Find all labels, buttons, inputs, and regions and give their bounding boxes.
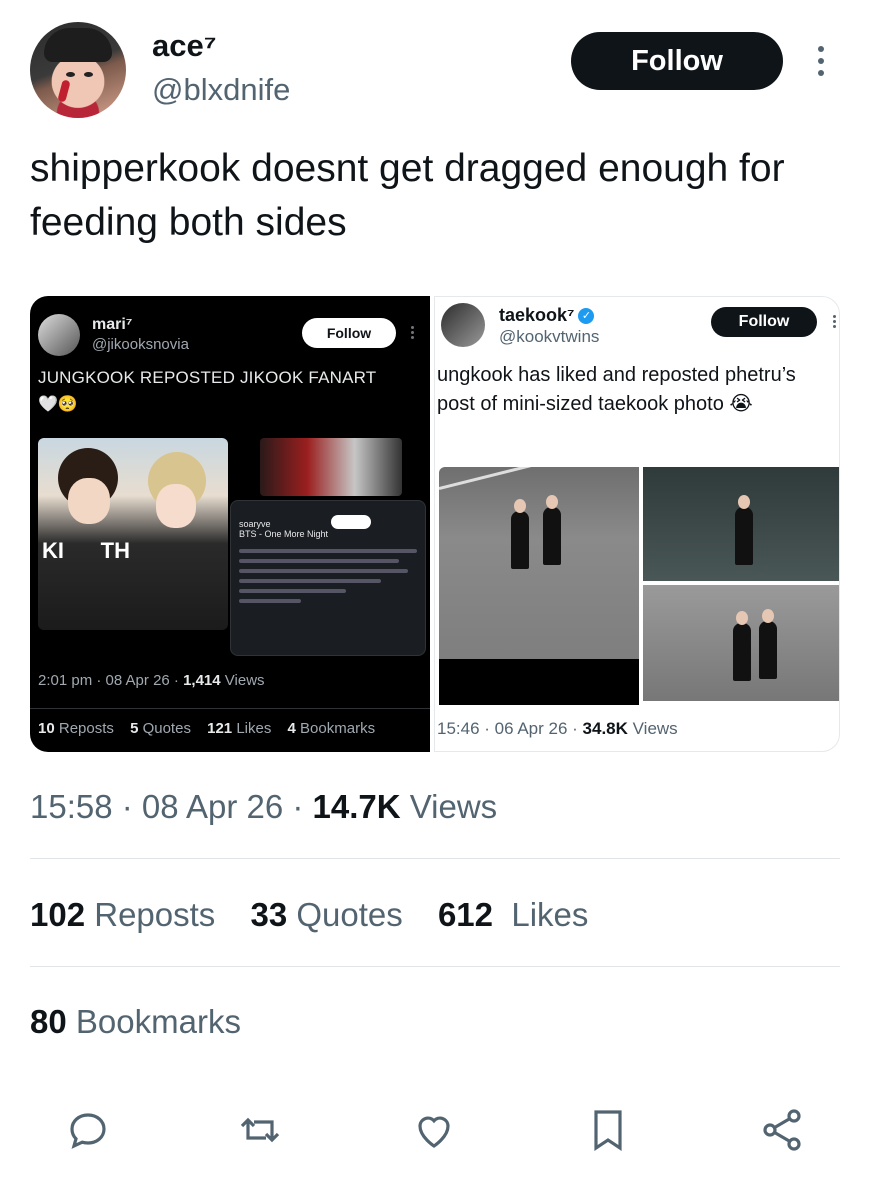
bookmark-icon[interactable] [584,1106,632,1154]
divider [30,966,840,967]
views-count: 14.7K [312,788,401,825]
avatar-eye [66,72,75,77]
embedded-text: ungkook has liked and reposted phetru’s … [437,364,796,415]
card-user: soaryve [239,519,271,529]
fanart-thumbnail [260,438,402,496]
follow-button[interactable]: Follow [571,32,783,90]
timestamp: 15:58 · 08 Apr 26 · [30,788,313,825]
author-handle[interactable]: @blxdnife [152,72,290,108]
photo-elevator [643,467,839,581]
embedded-emoji: 🤍🥺 [38,396,78,413]
embedded-avatar [38,314,80,356]
divider [30,708,430,709]
embedded-stats: 10 Reposts 5 Quotes 121 Likes 4 Bookmark… [38,720,376,737]
embedded-handle: @kookvtwins [499,327,600,346]
verified-badge-icon: ✓ [578,308,595,325]
photo-street [439,467,639,705]
embedded-meta: 2:01 pm · 08 Apr 26 · 1,414 Views [38,672,265,689]
embedded-text: JUNGKOOK REPOSTED JIKOOK FANART [38,368,377,387]
share-icon[interactable] [758,1106,806,1154]
engagement-stats: 102 Reposts 33 Quotes 612 Likes [30,896,614,934]
like-icon[interactable] [410,1106,458,1154]
reply-icon[interactable] [64,1106,112,1154]
quotes-stat[interactable]: 33 Quotes [250,896,402,933]
divider [30,858,840,859]
embedded-avatar [441,303,485,347]
reposts-stat[interactable]: 102 Reposts [30,896,215,933]
embedded-handle: @jikooksnovia [92,336,189,353]
embedded-name: taekook⁷ ✓ [499,305,595,326]
fanart-image: KI TH [38,438,228,630]
embedded-post-card: soaryve BTS - One More Night [230,500,426,656]
media-image-right[interactable]: taekook⁷ ✓ @kookvtwins Follow ungkook has… [434,296,840,752]
embedded-more-icon [833,315,837,330]
embedded-follow-button: Follow [302,318,396,348]
media-image-left[interactable]: mari⁷ @jikooksnovia Follow JUNGKOOK REPO… [30,296,430,752]
retweet-icon[interactable] [236,1106,284,1154]
embedded-views-label: Views [220,672,265,689]
avatar-hair [44,28,112,62]
embedded-follow-button: Follow [711,307,817,337]
embedded-meta: 15:46 · 06 Apr 26 · 34.8K Views [437,719,678,738]
bookmarks-stat[interactable]: 80 Bookmarks [30,1003,241,1041]
tweet-text: shipperkook doesnt get dragged enough fo… [30,147,785,244]
embedded-name: mari⁷ [92,316,133,333]
more-options-icon[interactable] [814,46,828,80]
tweet-timestamp: 15:58 · 08 Apr 26 · 14.7K Views [30,788,497,826]
card-follow [331,515,371,529]
embedded-time: 2:01 pm · 08 Apr 26 · [38,672,184,689]
avatar-eye [84,72,93,77]
author-avatar[interactable] [30,22,126,118]
embedded-more-icon [411,326,415,340]
card-sub: BTS - One More Night [239,529,329,539]
author-name[interactable]: ace⁷ [152,28,217,64]
likes-stat[interactable]: 612 Likes [438,896,588,933]
photo-street-2 [643,585,839,701]
views-label: Views [400,788,498,825]
avatar-mark [57,79,71,103]
embedded-views-count: 1,414 [183,672,221,689]
